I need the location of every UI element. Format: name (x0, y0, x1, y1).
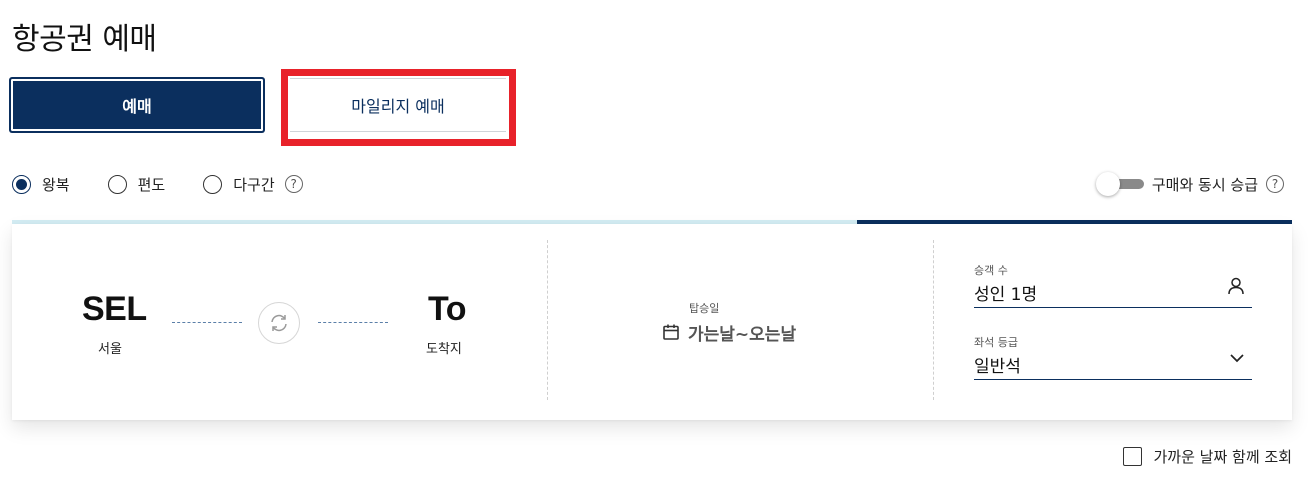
cabin-class-field[interactable]: 좌석 등급 일반석 (974, 334, 1252, 380)
trip-type-oneway[interactable]: 편도 (107, 174, 166, 195)
origin-code[interactable]: SEL (82, 290, 147, 329)
upgrade-toggle[interactable] (1095, 172, 1144, 196)
question-circle-icon[interactable]: ? (284, 175, 303, 193)
destination-code[interactable]: To (428, 290, 467, 329)
tab-mileage-booking-label: 마일리지 예매 (351, 97, 445, 116)
card-divider-1 (547, 240, 548, 400)
swap-icon (271, 314, 287, 332)
cabin-class-label: 좌석 등급 (974, 336, 1018, 349)
trip-type-round[interactable]: 왕복 (12, 174, 70, 195)
person-icon (1228, 277, 1244, 294)
tab-mileage-booking[interactable]: 마일리지 예매 (290, 78, 506, 132)
chevron-down-icon (1230, 353, 1244, 362)
toggle-knob (1095, 172, 1120, 196)
tab-booking-label: 예매 (122, 97, 152, 116)
radio-multi[interactable] (203, 174, 223, 194)
upgrade-toggle-group: 구매와 동시 승급 ? (1095, 172, 1284, 196)
swap-route-button[interactable] (258, 302, 300, 344)
flight-booking-page: 항공권 예매 예매 마일리지 예매 왕복 편도 다구간 ? 구매와 동시 승급 … (0, 0, 1308, 495)
radio-oneway[interactable] (107, 174, 127, 194)
calendar-icon (663, 324, 679, 340)
passenger-value: 성인 1명 (974, 285, 1038, 305)
route-dash-left (172, 322, 242, 323)
nearby-dates-option[interactable]: 가까운 날짜 함께 조회 (1123, 446, 1292, 467)
tab-booking[interactable]: 예매 (10, 78, 264, 132)
radio-round[interactable] (12, 174, 31, 194)
date-field[interactable]: 가는날~오는날 (662, 320, 797, 345)
page-title: 항공권 예매 (12, 22, 157, 57)
date-label: 탑승일 (689, 302, 720, 315)
date-value: 가는날~오는날 (688, 324, 797, 345)
destination-city: 도착지 (426, 342, 462, 357)
route-dash-right (318, 322, 388, 323)
upgrade-label: 구매와 동시 승급 (1151, 175, 1258, 194)
trip-type-oneway-label: 편도 (137, 175, 166, 194)
trip-type-round-label: 왕복 (42, 175, 70, 194)
trip-type-multi-label: 다구간 (233, 175, 275, 194)
trip-type-group: 왕복 편도 다구간 ? (12, 172, 303, 196)
cabin-class-value: 일반석 (974, 357, 1021, 377)
passenger-label: 승객 수 (974, 264, 1008, 277)
card-divider-2 (933, 240, 934, 400)
trip-type-multi[interactable]: 다구간 ? (203, 174, 303, 195)
search-card: SEL 서울 To 도착지 탑승일 가는날~오는날 승객 수 성인 1명 좌석 … (12, 224, 1292, 420)
origin-city: 서울 (98, 342, 122, 357)
passenger-field[interactable]: 승객 수 성인 1명 (974, 262, 1252, 308)
nearby-dates-label: 가까운 날짜 함께 조회 (1153, 448, 1292, 466)
question-circle-icon[interactable]: ? (1266, 175, 1284, 193)
nearby-dates-checkbox[interactable] (1123, 447, 1143, 466)
